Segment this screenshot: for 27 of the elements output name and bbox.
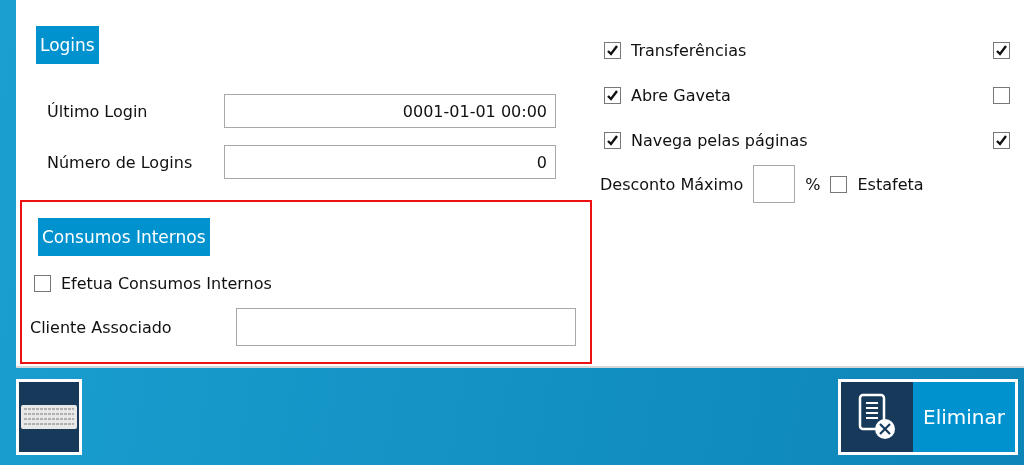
checkbox[interactable] bbox=[993, 132, 1010, 149]
checkbox-label: Efetua Consumos Internos bbox=[61, 274, 272, 293]
field-label: Cliente Associado bbox=[30, 317, 173, 337]
checkbox[interactable] bbox=[604, 87, 621, 104]
text-field[interactable]: 0001-01-01 00:00 bbox=[224, 94, 556, 128]
unit-label: % bbox=[805, 174, 821, 194]
field-label: Desconto Máximo bbox=[600, 174, 744, 194]
field-label: Último Login bbox=[47, 101, 149, 121]
checkbox[interactable] bbox=[993, 42, 1010, 59]
checkbox[interactable] bbox=[830, 175, 848, 193]
checkbox[interactable] bbox=[604, 42, 621, 59]
checkbox[interactable] bbox=[993, 87, 1010, 104]
checkbox-label: Navega pelas páginas bbox=[631, 131, 808, 150]
text-field[interactable]: 0 bbox=[224, 145, 556, 179]
checkbox[interactable] bbox=[604, 132, 621, 149]
keyboard-icon bbox=[21, 404, 77, 429]
text-field[interactable] bbox=[236, 308, 576, 346]
document-delete-icon bbox=[857, 392, 898, 441]
section-heading: Consumos Internos bbox=[38, 218, 210, 256]
discount-field[interactable] bbox=[753, 165, 796, 203]
section-heading: Logins bbox=[36, 26, 99, 64]
checkbox-label: Abre Gaveta bbox=[631, 86, 731, 105]
checkbox-label: Estafeta bbox=[857, 174, 924, 194]
checkbox[interactable] bbox=[34, 275, 51, 292]
field-label: Número de Logins bbox=[47, 152, 194, 172]
checkbox-label: Transferências bbox=[631, 41, 747, 60]
keyboard-button[interactable] bbox=[16, 378, 82, 455]
